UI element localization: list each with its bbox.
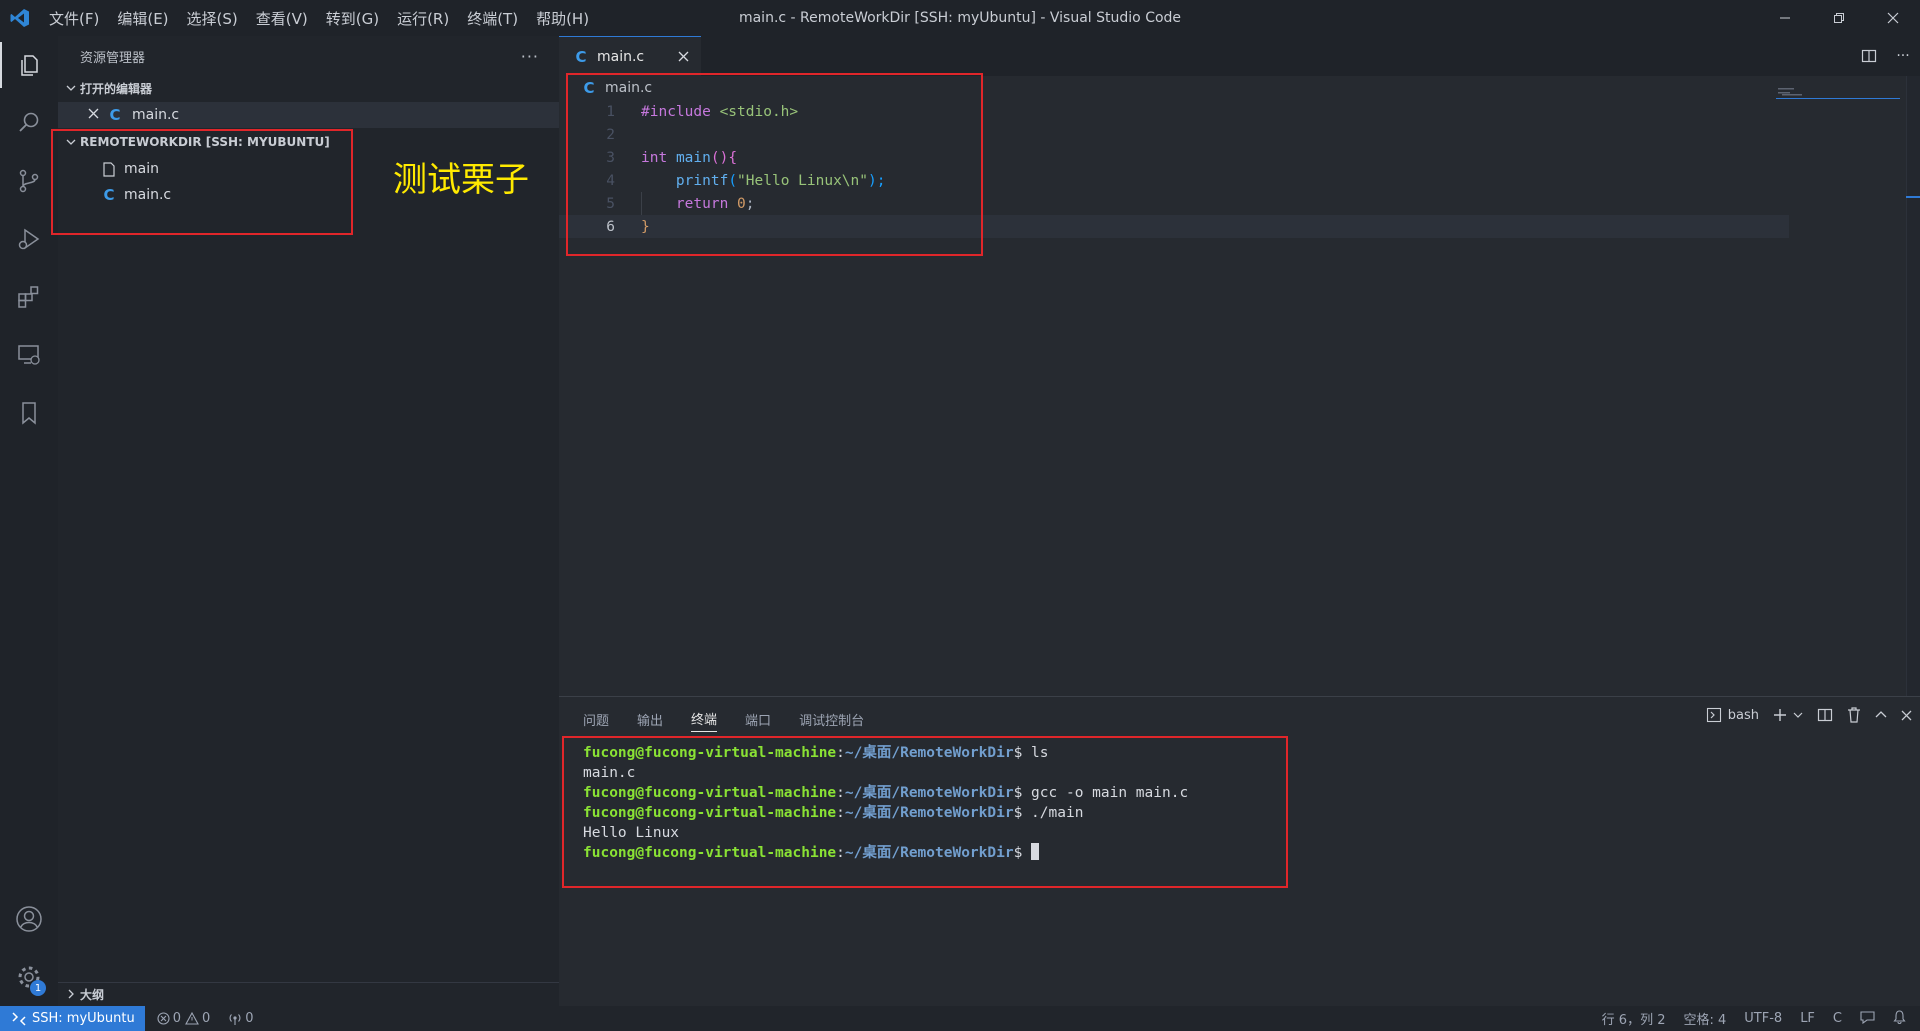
tab-output[interactable]: 输出 <box>637 706 663 732</box>
status-bar: SSH: myUbuntu 0 0 0 行 6，列 2 空格: 4 UTF-8 … <box>0 1006 1920 1031</box>
warning-count: 0 <box>202 1011 211 1026</box>
c-file-icon: C <box>109 106 121 124</box>
chevron-right-icon <box>62 989 80 999</box>
end-of-line[interactable]: LF <box>1800 1011 1815 1026</box>
menu-selection[interactable]: 选择(S) <box>178 8 247 29</box>
close-icon[interactable] <box>88 107 104 123</box>
annotation-box-explorer <box>51 129 353 235</box>
indentation[interactable]: 空格: 4 <box>1683 1009 1726 1028</box>
editor-tabs: C main.c ··· <box>559 36 1920 76</box>
outline-label: 大纲 <box>80 987 105 1002</box>
annotation-box-editor <box>566 73 983 256</box>
annotation-box-terminal <box>562 736 1288 888</box>
menu-terminal[interactable]: 终端(T) <box>458 8 527 29</box>
more-actions-icon[interactable]: ··· <box>521 47 539 66</box>
close-panel-icon[interactable] <box>1901 710 1912 721</box>
split-editor-icon[interactable] <box>1852 48 1886 64</box>
feedback-icon[interactable] <box>1860 1010 1875 1028</box>
warning-icon <box>185 1012 199 1025</box>
broadcast-icon <box>229 1013 241 1025</box>
encoding[interactable]: UTF-8 <box>1744 1011 1782 1026</box>
ports-indicator[interactable]: 0 <box>228 1011 254 1026</box>
remote-explorer-icon[interactable] <box>0 326 58 384</box>
error-icon <box>157 1012 170 1025</box>
tab-close-icon[interactable] <box>678 48 689 66</box>
open-editor-filename: main.c <box>132 107 180 123</box>
c-file-icon: C <box>575 47 587 66</box>
minimap[interactable] <box>1776 84 1900 104</box>
chevron-down-icon <box>62 83 80 93</box>
explorer-icon[interactable] <box>0 36 58 94</box>
terminal-selector[interactable]: bash <box>1706 707 1759 723</box>
restore-icon[interactable] <box>1812 0 1866 36</box>
tab-problems[interactable]: 问题 <box>583 706 609 732</box>
title-bar: 文件(F) 编辑(E) 选择(S) 查看(V) 转到(G) 运行(R) 终端(T… <box>0 0 1920 36</box>
search-icon[interactable] <box>0 94 58 152</box>
run-debug-icon[interactable] <box>0 210 58 268</box>
bookmark-icon[interactable] <box>0 384 58 442</box>
maximize-panel-icon[interactable] <box>1875 709 1887 721</box>
trash-icon[interactable] <box>1847 707 1861 723</box>
menu-go[interactable]: 转到(G) <box>317 8 388 29</box>
open-editors-label: 打开的编辑器 <box>80 81 153 96</box>
settings-badge: 1 <box>30 980 46 996</box>
remote-label: SSH: myUbuntu <box>32 1011 135 1026</box>
scroll-indicator <box>1906 196 1920 198</box>
terminal-icon <box>1706 707 1721 723</box>
shell-label: bash <box>1727 707 1759 723</box>
tab-main-c[interactable]: C main.c <box>559 36 701 76</box>
source-control-icon[interactable] <box>0 152 58 210</box>
new-terminal-icon[interactable] <box>1773 708 1787 722</box>
tab-label: main.c <box>597 48 645 65</box>
language-mode[interactable]: C <box>1833 1011 1842 1026</box>
remote-icon <box>12 1011 26 1026</box>
tab-debug-console[interactable]: 调试控制台 <box>799 706 864 732</box>
annotation-text: 测试栗子 <box>393 160 529 200</box>
open-editor-item[interactable]: C main.c <box>58 102 559 128</box>
close-window-icon[interactable] <box>1866 0 1920 36</box>
outline-section[interactable]: 大纲 <box>58 982 559 1006</box>
activity-bar: 1 <box>0 36 58 1006</box>
minimize-icon[interactable] <box>1758 0 1812 36</box>
tab-terminal[interactable]: 终端 <box>691 706 718 732</box>
menu-bar: 文件(F) 编辑(E) 选择(S) 查看(V) 转到(G) 运行(R) 终端(T… <box>40 0 598 36</box>
remote-indicator[interactable]: SSH: myUbuntu <box>0 1006 145 1031</box>
problems-indicator[interactable]: 0 0 <box>157 1011 211 1026</box>
tab-ports[interactable]: 端口 <box>745 706 771 732</box>
menu-run[interactable]: 运行(R) <box>388 8 458 29</box>
menu-view[interactable]: 查看(V) <box>247 8 317 29</box>
settings-gear-icon[interactable]: 1 <box>0 948 58 1006</box>
open-editors-header[interactable]: 打开的编辑器 <box>58 76 559 100</box>
ports-count: 0 <box>245 1011 254 1026</box>
cursor-position[interactable]: 行 6，列 2 <box>1602 1009 1666 1028</box>
menu-file[interactable]: 文件(F) <box>40 8 108 29</box>
editor-scrollbar[interactable] <box>1906 76 1920 696</box>
editor-more-icon[interactable]: ··· <box>1886 48 1920 64</box>
menu-edit[interactable]: 编辑(E) <box>108 8 177 29</box>
account-icon[interactable] <box>0 890 58 948</box>
split-terminal-icon[interactable] <box>1817 707 1833 723</box>
notifications-bell-icon[interactable] <box>1893 1009 1906 1028</box>
vscode-logo-icon <box>0 0 40 36</box>
menu-help[interactable]: 帮助(H) <box>527 8 598 29</box>
chevron-down-icon[interactable] <box>1793 710 1803 720</box>
error-count: 0 <box>172 1011 182 1026</box>
sidebar-title: 资源管理器 <box>80 50 146 66</box>
extensions-icon[interactable] <box>0 268 58 326</box>
